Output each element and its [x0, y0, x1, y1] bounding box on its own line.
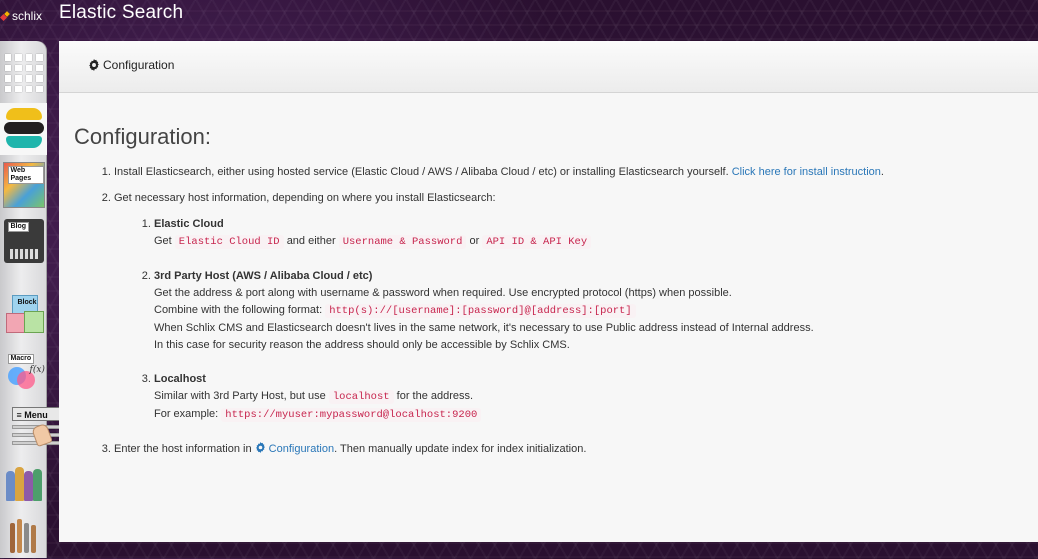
code-api-id-key: API ID & API Key: [482, 235, 592, 249]
configuration-button[interactable]: Configuration: [88, 58, 174, 72]
configuration-button-label: Configuration: [103, 58, 175, 72]
step-3-suffix: . Then manually update index for index i…: [334, 443, 587, 455]
elastic-cloud-title: Elastic Cloud: [154, 218, 224, 230]
step-1-text: Install Elasticsearch, either using host…: [114, 166, 729, 178]
main-panel: Configuration Configuration: Install Ela…: [59, 41, 1038, 542]
localhost-example-prefix: For example:: [154, 408, 219, 420]
step-1-suffix: .: [880, 166, 884, 178]
localhost-title: Localhost: [154, 373, 206, 385]
localhost-line-1-suffix: for the address.: [396, 390, 474, 402]
dock-item-menu[interactable]: ≡ Menu: [0, 397, 62, 449]
gear-icon: [89, 59, 99, 71]
code-localhost-example: https://myuser:mypassword@localhost:9200: [221, 408, 482, 422]
elastic-cloud-desc: Get Elastic Cloud ID and either Username…: [154, 233, 1024, 251]
top-bar: schlix Elastic Search: [0, 0, 1038, 34]
third-party-line-1: Get the address & port along with userna…: [154, 287, 732, 299]
menu-icon: ≡ Menu: [4, 401, 62, 448]
option-elastic-cloud: Elastic Cloud Get Elastic Cloud ID and e…: [154, 216, 1024, 251]
third-party-line-2: Combine with the following format: http(…: [154, 302, 1024, 320]
dock-item-tools[interactable]: [0, 507, 47, 559]
web-pages-icon: Web Pages: [2, 162, 45, 208]
dock-item-macro[interactable]: Macro f(x): [0, 347, 47, 399]
third-party-line-3: When Schlix CMS and Elasticsearch doesn'…: [154, 322, 814, 334]
app-title: Elastic Search: [59, 2, 184, 23]
steps-list: Install Elasticsearch, either using host…: [74, 164, 1024, 458]
dock-item-users[interactable]: [0, 455, 47, 507]
content-area: Configuration: Install Elasticsearch, ei…: [74, 124, 1024, 467]
code-localhost: localhost: [328, 390, 394, 404]
macro-label: Macro: [7, 354, 35, 364]
code-elastic-cloud-id: Elastic Cloud ID: [174, 235, 284, 249]
dock-item-apps-grid[interactable]: [0, 47, 47, 99]
block-label: Block: [17, 299, 37, 306]
users-icon: [4, 459, 44, 503]
third-party-line-4: In this case for security reason the add…: [154, 339, 570, 351]
third-party-title: 3rd Party Host (AWS / Alibaba Cloud / et…: [154, 270, 373, 282]
install-instruction-link[interactable]: Click here for install instruction: [732, 166, 881, 178]
localhost-line-2: For example: https://myuser:mypassword@l…: [154, 406, 1024, 424]
logo-text: schlix: [12, 9, 43, 23]
step-3-prefix: Enter the host information in: [114, 443, 252, 455]
macro-icon: Macro f(x): [4, 351, 45, 395]
apps-grid-icon: [4, 54, 43, 92]
panel-toolbar: Configuration: [59, 41, 1038, 93]
macro-fx-label: f(x): [29, 365, 45, 375]
elastic-cloud-and-either-text: and either: [286, 235, 336, 247]
code-host-format: http(s)://[username]:[password]@[address…: [325, 304, 636, 318]
localhost-line-1-prefix: Similar with 3rd Party Host, but use: [154, 390, 326, 402]
third-party-format-prefix: Combine with the following format:: [154, 304, 323, 316]
blog-label: Blog: [7, 222, 30, 232]
step-2: Get necessary host information, dependin…: [114, 190, 1024, 424]
page-heading: Configuration:: [74, 124, 211, 149]
option-third-party-host: 3rd Party Host (AWS / Alibaba Cloud / et…: [154, 268, 1024, 354]
step-3: Enter the host information in Configurat…: [114, 441, 1024, 458]
configuration-link[interactable]: Configuration: [255, 442, 335, 455]
dock-item-elastic-search[interactable]: [0, 103, 47, 155]
schlix-logo-icon: [1, 12, 10, 21]
block-icon: Block: [4, 291, 44, 335]
configuration-link-label: Configuration: [268, 443, 335, 455]
step-1: Install Elasticsearch, either using host…: [114, 164, 1024, 181]
elasticsearch-icon: [3, 108, 44, 150]
code-username-password: Username & Password: [338, 235, 467, 249]
dock-item-web-pages[interactable]: Web Pages: [0, 159, 47, 211]
tools-icon: [4, 511, 44, 555]
menu-label: ≡ Menu: [11, 407, 62, 421]
schlix-logo[interactable]: schlix: [1, 8, 42, 24]
app-dock: Web Pages Blog Block Macro f(x) ≡ Menu: [0, 41, 62, 559]
localhost-line-1: Similar with 3rd Party Host, but use loc…: [154, 388, 1024, 406]
dock-item-block[interactable]: Block: [0, 287, 47, 339]
gear-icon: [255, 442, 265, 453]
option-localhost: Localhost Similar with 3rd Party Host, b…: [154, 371, 1024, 424]
host-options-list: Elastic Cloud Get Elastic Cloud ID and e…: [114, 216, 1024, 424]
step-2-text: Get necessary host information, dependin…: [114, 192, 496, 204]
elastic-cloud-or-text: or: [469, 235, 480, 247]
dock-item-blog[interactable]: Blog: [0, 215, 47, 267]
elastic-cloud-get-text: Get: [154, 235, 172, 247]
web-pages-label: Web Pages: [7, 166, 44, 184]
blog-icon: Blog: [3, 219, 44, 263]
